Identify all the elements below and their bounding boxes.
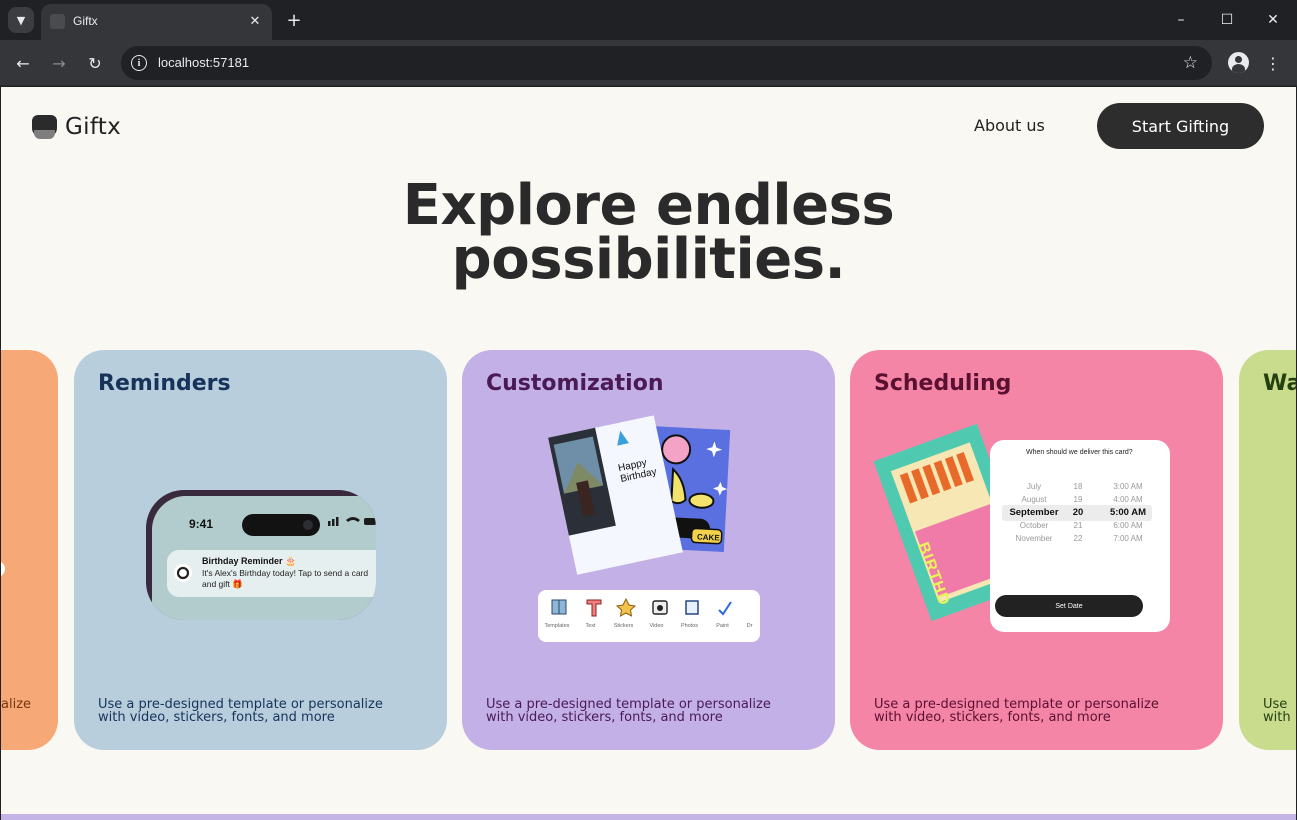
card-description: Use with: [1263, 698, 1296, 724]
card-title: Customization: [486, 371, 664, 396]
time-option[interactable]: 7:00 AM: [1104, 532, 1152, 545]
window-close-icon[interactable]: ✕: [1263, 10, 1283, 30]
notification-body: It's Alex's Birthday today! Tap to send …: [202, 568, 369, 589]
card-description: Use a pre-designed template or personali…: [486, 698, 826, 724]
feature-card-partial-left[interactable]: alize: [1, 350, 58, 750]
feature-card-customization[interactable]: Customization Happy Birthday CAKE Templa…: [462, 350, 835, 750]
tool-label-templates[interactable]: Templates: [540, 623, 574, 629]
kebab-menu-icon[interactable]: ⋮: [1263, 52, 1283, 74]
tool-label-video[interactable]: Video: [640, 623, 673, 629]
hero-line-2: possibilities.: [451, 227, 846, 292]
card-description-line-2: with: [1263, 710, 1291, 725]
profile-icon[interactable]: [1228, 52, 1249, 73]
reload-icon[interactable]: ↻: [83, 51, 107, 75]
day-option[interactable]: 22: [1068, 532, 1088, 545]
month-option-selected[interactable]: September: [1005, 506, 1063, 519]
notification-title: Birthday Reminder 🎂: [202, 556, 297, 566]
card-title: Reminders: [98, 371, 231, 396]
info-icon[interactable]: i: [131, 55, 147, 71]
feature-card-partial-right[interactable]: Wa Use with: [1239, 350, 1296, 750]
card-title: Scheduling: [874, 371, 1012, 396]
phone-time: 9:41: [189, 517, 214, 531]
reminder-phone-visual: 9:41 Birthday Reminder 🎂 It's Alex's Bir…: [74, 410, 447, 680]
tool-label-paint[interactable]: Paint: [706, 623, 739, 629]
card-description-line-2: with video, stickers, fonts, and more: [98, 710, 335, 725]
browser-tab[interactable]: Giftx ✕: [41, 4, 272, 40]
address-bar[interactable]: i localhost:57181 ☆: [121, 46, 1212, 80]
card-description: Use a pre-designed template or personali…: [874, 698, 1214, 724]
card-title: Wa: [1263, 371, 1296, 396]
time-option-selected[interactable]: 5:00 AM: [1104, 506, 1152, 519]
day-option-selected[interactable]: 20: [1068, 506, 1088, 519]
time-option[interactable]: 4:00 AM: [1104, 493, 1152, 506]
hero-line-1: Explore endless: [402, 173, 895, 238]
close-icon[interactable]: ✕: [246, 12, 264, 30]
feature-card-scheduling[interactable]: Scheduling When should we deliver this c…: [850, 350, 1223, 750]
tool-labels: Templates Text Stickers Video Photos Pai…: [540, 623, 760, 629]
time-column[interactable]: 3:00 AM 4:00 AM 5:00 AM 6:00 AM 7:00 AM: [1104, 480, 1152, 545]
month-column[interactable]: July August September October November: [1005, 480, 1063, 545]
card-visual-fragment: [1, 561, 5, 577]
picker-question: When should we deliver this card?: [1026, 449, 1133, 456]
maximize-icon[interactable]: ☐: [1217, 10, 1237, 30]
customization-visual: Happy Birthday CAKE Templates Text Stick…: [462, 410, 835, 680]
plus-icon[interactable]: +: [283, 9, 305, 31]
back-arrow-icon[interactable]: ←: [11, 51, 35, 75]
time-option[interactable]: 6:00 AM: [1104, 519, 1152, 532]
day-option[interactable]: 19: [1068, 493, 1088, 506]
tab-title: Giftx: [73, 14, 98, 28]
set-date-button[interactable]: Set Date: [995, 595, 1143, 617]
forward-arrow-icon[interactable]: →: [47, 51, 71, 75]
card-description: Use a pre-designed template or personali…: [98, 698, 438, 724]
tool-label-more[interactable]: Dr: [739, 623, 760, 629]
cake-label: CAKE: [696, 532, 720, 543]
day-option[interactable]: 18: [1068, 480, 1088, 493]
tab-search-icon[interactable]: ▼: [8, 7, 34, 33]
tool-label-stickers[interactable]: Stickers: [607, 623, 640, 629]
month-option[interactable]: November: [1005, 532, 1063, 545]
card-description: alize: [1, 697, 32, 712]
hero-headline: Explore endless possibilities.: [1, 173, 1296, 292]
brand-logo[interactable]: Giftx: [32, 114, 121, 140]
favicon-icon: [50, 14, 65, 29]
feature-card-reminders[interactable]: Reminders 9:41 Birthday Reminder 🎂 It's …: [74, 350, 447, 750]
month-option[interactable]: August: [1005, 493, 1063, 506]
star-icon[interactable]: ☆: [1183, 53, 1198, 73]
tool-label-photos[interactable]: Photos: [673, 623, 706, 629]
minimize-icon[interactable]: –: [1171, 10, 1191, 30]
url-text[interactable]: localhost:57181: [158, 55, 249, 70]
tool-label-text[interactable]: Text: [574, 623, 607, 629]
time-option[interactable]: 3:00 AM: [1104, 480, 1152, 493]
card-description-line-2: with video, stickers, fonts, and more: [486, 710, 723, 725]
about-us-link[interactable]: About us: [974, 116, 1045, 135]
day-column[interactable]: 18 19 20 21 22: [1068, 480, 1088, 545]
page-viewport: Giftx About us Start Gifting Explore end…: [1, 87, 1296, 820]
next-section-edge: [1, 814, 1296, 820]
month-option[interactable]: October: [1005, 519, 1063, 532]
scheduling-visual: When should we deliver this card? July A…: [850, 410, 1223, 680]
start-gifting-button[interactable]: Start Gifting: [1097, 103, 1264, 149]
browser-tab-strip: ▼ Giftx ✕ + – ☐ ✕: [0, 0, 1297, 40]
logo-icon: [32, 115, 57, 139]
card-description-line-2: with video, stickers, fonts, and more: [874, 710, 1111, 725]
brand-name: Giftx: [65, 114, 122, 140]
browser-toolbar: ← → ↻ i localhost:57181 ☆ ⋮: [0, 40, 1297, 86]
month-option[interactable]: July: [1005, 480, 1063, 493]
day-option[interactable]: 21: [1068, 519, 1088, 532]
